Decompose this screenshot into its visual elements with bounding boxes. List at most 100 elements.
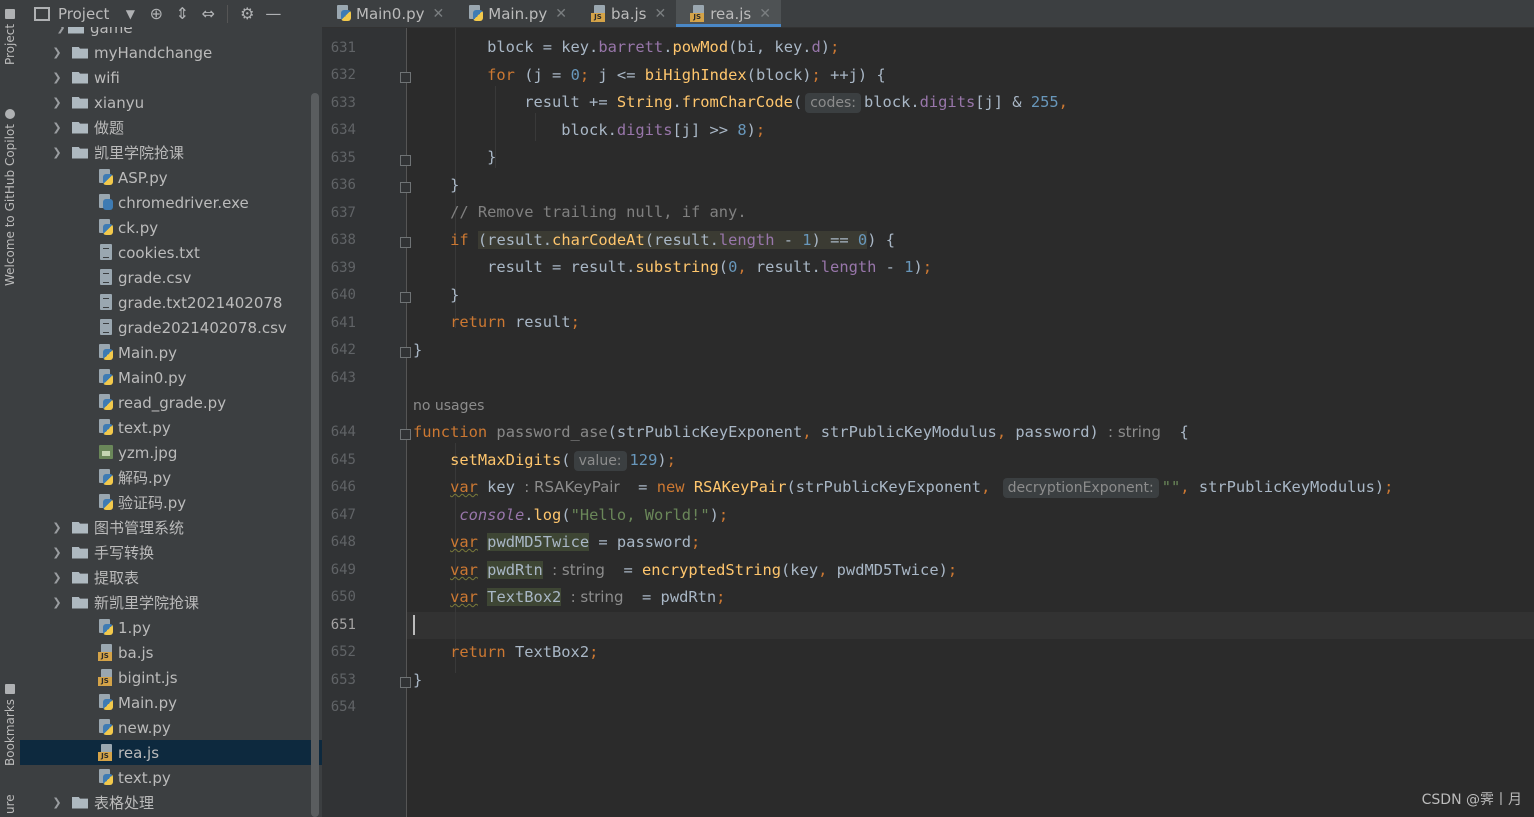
tree-file[interactable]: 验证码.py (20, 490, 322, 515)
tree-label: 解码.py (118, 469, 172, 487)
bookmarks-tool-tab[interactable]: Bookmarks (0, 680, 20, 770)
tree-folder-handwriting[interactable]: ❯ 手写转换 (20, 540, 322, 565)
tab-main-py[interactable]: Main.py ✕ (454, 0, 577, 27)
tree-file[interactable]: read_grade.py (20, 390, 322, 415)
tree-label: wifi (94, 68, 120, 87)
line-number: 649 (330, 562, 356, 578)
tree-folder-newkaili[interactable]: ❯ 新凯里学院抢课 (20, 590, 322, 615)
tree-label: grade.csv (118, 268, 192, 287)
tree-file[interactable]: ck.py (20, 215, 322, 240)
code-line: return TextBox2; (450, 643, 599, 661)
tree-label: Main.py (118, 693, 177, 712)
tab-label: Main.py (488, 4, 548, 23)
chevron-right-icon[interactable]: ❯ (50, 521, 64, 534)
javascript-file-icon (98, 669, 114, 686)
chevron-right-icon[interactable]: ❯ (50, 46, 64, 59)
python-file-icon (468, 5, 484, 22)
tree-label: grade.txt2021402078 (118, 293, 283, 312)
tree-folder-kaili[interactable]: ❯ 凯里学院抢课 (20, 140, 322, 165)
tree-file[interactable]: ASP.py (20, 165, 322, 190)
line-number: 648 (330, 534, 356, 550)
structure-tool-tab[interactable]: ure (0, 792, 20, 817)
tree-file[interactable]: text.py (20, 415, 322, 440)
tree-file[interactable]: 解码.py (20, 465, 322, 490)
close-icon[interactable]: ✕ (654, 6, 666, 22)
chevron-down-icon[interactable]: ❯ (50, 146, 64, 159)
tree-folder-table[interactable]: ❯ 表格处理 (20, 790, 322, 815)
tree-file[interactable]: new.py (20, 715, 322, 740)
tree-folder-myhandchange[interactable]: ❯ myHandchange (20, 40, 322, 65)
folder-icon (72, 146, 88, 159)
collapse-all-icon[interactable]: ⇔ (195, 1, 221, 27)
crosshair-icon[interactable]: ⊕ (143, 1, 169, 27)
project-title[interactable]: Project (58, 5, 109, 23)
python-file-icon (98, 719, 114, 736)
tree-file[interactable]: ba.js (20, 640, 322, 665)
tree-file[interactable]: yzm.jpg (20, 440, 322, 465)
close-icon[interactable]: ✕ (433, 6, 445, 22)
tree-folder-wifi[interactable]: ❯ wifi (20, 65, 322, 90)
tab-rea-js[interactable]: rea.js ✕ (676, 0, 781, 27)
python-file-icon (98, 619, 114, 636)
tree-file[interactable]: grade.txt2021402078 (20, 290, 322, 315)
text-file-icon (98, 294, 114, 311)
line-number: 650 (330, 589, 356, 605)
code-editor[interactable]: block = key.barrett.powMod(bi, key.d); f… (407, 28, 1534, 817)
tree-label: Main.py (118, 343, 177, 362)
tree-file[interactable]: Main0.py (20, 365, 322, 390)
tree-file[interactable]: bigint.js (20, 665, 322, 690)
tree-label: 手写转换 (94, 544, 155, 562)
expand-all-icon[interactable]: ⇕ (169, 1, 195, 27)
tree-file[interactable]: grade2021402078.csv (20, 315, 322, 340)
line-number: 631 (330, 40, 356, 56)
code-line: var pwdMD5Twice = password; (450, 533, 701, 551)
copilot-tool-tab[interactable]: Welcome to GitHub Copilot (0, 100, 20, 295)
tree-label: 凯里学院抢课 (94, 144, 185, 162)
gear-icon[interactable]: ⚙ (234, 1, 260, 27)
line-number: 643 (330, 370, 356, 386)
tree-file[interactable]: Main.py (20, 340, 322, 365)
javascript-file-icon (590, 5, 607, 22)
tab-label: Main0.py (356, 4, 425, 23)
tree-label: ASP.py (118, 168, 168, 187)
python-file-icon (98, 344, 114, 361)
tree-file[interactable]: text.py (20, 765, 322, 790)
line-number: 646 (330, 479, 356, 495)
project-panel: ❯ game ❯ myHandchange ❯ wifi ❯ xianyu ❯ 做题 ❯ 凯… (20, 0, 323, 817)
minimize-icon[interactable]: — (260, 1, 286, 27)
code-line: result = result.substring(0, result.leng… (413, 258, 933, 276)
tree-folder-xianyu[interactable]: ❯ xianyu (20, 90, 322, 115)
current-line-highlight (407, 612, 1534, 639)
tree-folder-extract[interactable]: ❯ 提取表 (20, 565, 322, 590)
project-tool-tab[interactable]: Project (0, 2, 20, 72)
python-file-icon (98, 219, 114, 236)
close-icon[interactable]: ✕ (555, 6, 567, 22)
chevron-right-icon[interactable]: ❯ (50, 571, 64, 584)
tree-label: new.py (118, 718, 171, 737)
tree-folder-library[interactable]: ❯ 图书管理系统 (20, 515, 322, 540)
usages-hint[interactable]: no usages (413, 398, 484, 414)
tree-file[interactable]: Main.py (20, 690, 322, 715)
tree-file[interactable]: grade.csv (20, 265, 322, 290)
tree-folder-zuoti[interactable]: ❯ 做题 (20, 115, 322, 140)
chevron-down-icon[interactable]: ❯ (50, 596, 64, 609)
tab-ba-js[interactable]: ba.js ✕ (577, 0, 676, 27)
chevron-down-icon[interactable]: ▼ (117, 1, 143, 27)
tab-main0-py[interactable]: Main0.py ✕ (322, 0, 454, 27)
chevron-right-icon[interactable]: ❯ (50, 796, 64, 809)
current-line-number: 651 (330, 617, 356, 633)
close-icon[interactable]: ✕ (759, 6, 771, 22)
tree-file[interactable]: chromedriver.exe (20, 190, 322, 215)
tree-file-selected[interactable]: rea.js (20, 740, 322, 765)
chevron-right-icon[interactable]: ❯ (50, 546, 64, 559)
tree-label: yzm.jpg (118, 443, 178, 462)
tree-file[interactable]: 1.py (20, 615, 322, 640)
tree-label: text.py (118, 418, 171, 437)
tab-label: ba.js (610, 4, 647, 23)
python-file-icon (98, 469, 114, 486)
chevron-right-icon[interactable]: ❯ (50, 96, 64, 109)
tree-file[interactable]: cookies.txt (20, 240, 322, 265)
chevron-right-icon[interactable]: ❯ (50, 121, 64, 134)
project-scrollbar[interactable] (311, 93, 319, 817)
chevron-right-icon[interactable]: ❯ (50, 71, 64, 84)
